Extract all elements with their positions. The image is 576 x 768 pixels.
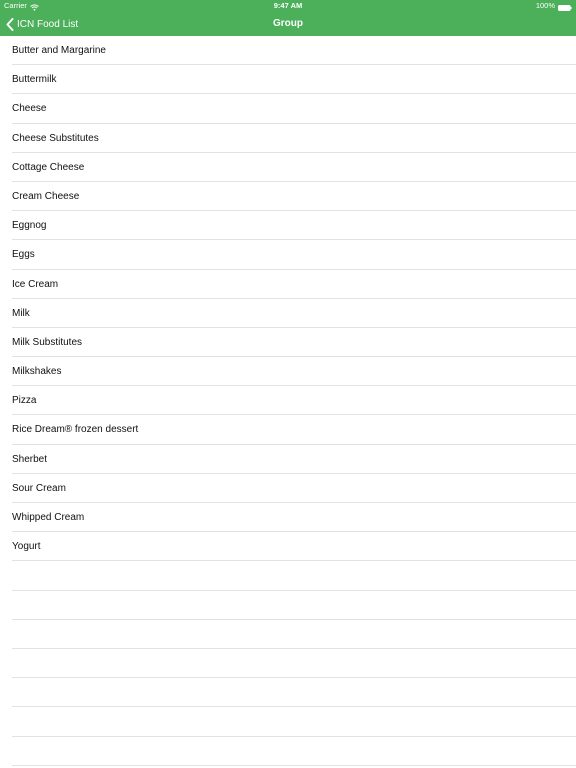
food-group-list: Butter and Margarine Buttermilk Cheese Chee… — [0, 36, 576, 768]
header: Carrier 9:47 AM 100% ICN Food List Group — [0, 0, 576, 36]
list-item[interactable]: Buttermilk — [0, 65, 576, 95]
screen: Carrier 9:47 AM 100% ICN Food List Group… — [0, 0, 576, 768]
empty-row — [0, 649, 576, 679]
list-item[interactable]: Rice Dream® frozen dessert — [0, 415, 576, 445]
list-item[interactable]: Milkshakes — [0, 357, 576, 387]
list-item[interactable]: Cottage Cheese — [0, 153, 576, 183]
status-right: 100% — [536, 0, 572, 12]
list-item[interactable]: Eggs — [0, 240, 576, 270]
empty-row — [0, 561, 576, 591]
empty-row — [0, 591, 576, 620]
empty-row — [0, 707, 576, 737]
empty-row — [0, 620, 576, 650]
list-item[interactable]: Sour Cream — [0, 474, 576, 504]
list-item[interactable]: Cheese — [0, 94, 576, 124]
list-item[interactable]: Butter and Margarine — [0, 36, 576, 66]
battery-percent: 100% — [535, 1, 555, 10]
list-item[interactable]: Cheese Substitutes — [0, 124, 576, 153]
list-item[interactable]: Whipped Cream — [0, 503, 576, 533]
list-item[interactable]: Eggnog — [0, 211, 576, 241]
nav-bar: ICN Food List Group — [0, 12, 576, 36]
empty-row — [0, 678, 576, 708]
list-item[interactable]: Ice Cream — [0, 270, 576, 299]
list-item[interactable]: Cream Cheese — [0, 182, 576, 212]
list-item[interactable]: Milk — [0, 299, 576, 329]
empty-row — [0, 737, 576, 766]
list-item[interactable]: Yogurt — [0, 532, 576, 562]
list-item[interactable]: Pizza — [0, 386, 576, 416]
status-bar: Carrier 9:47 AM 100% — [0, 0, 576, 12]
list-item[interactable]: Sherbet — [0, 445, 576, 475]
list-item[interactable]: Milk Substitutes — [0, 328, 576, 358]
status-time: 9:47 AM — [273, 1, 303, 10]
page-title: Group — [273, 18, 303, 29]
battery-icon — [558, 3, 572, 11]
